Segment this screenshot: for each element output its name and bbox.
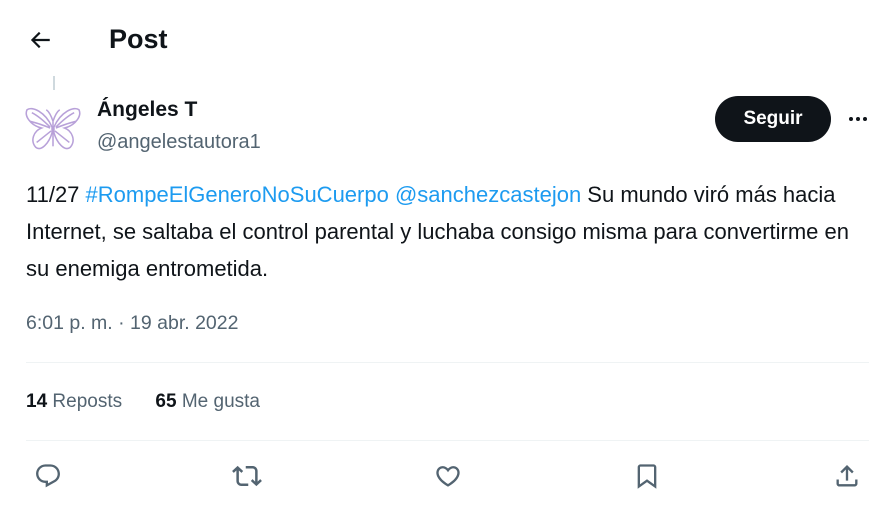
tweet-text: 11/27 #RompeElGeneroNoSuCuerpo @sanchezc… bbox=[26, 176, 866, 287]
reposts-stat[interactable]: 14 Reposts bbox=[26, 389, 122, 415]
butterfly-icon bbox=[25, 107, 81, 150]
like-icon bbox=[436, 466, 460, 487]
post-timestamp[interactable]: 6:01 p. m. · 19 abr. 2022 bbox=[26, 310, 238, 336]
repost-button[interactable] bbox=[227, 456, 267, 496]
more-horizontal-icon bbox=[849, 117, 867, 121]
thread-connector bbox=[53, 76, 55, 90]
avatar[interactable] bbox=[24, 100, 82, 158]
likes-label: Me gusta bbox=[181, 391, 260, 412]
page-title: Post bbox=[109, 24, 168, 54]
likes-stat[interactable]: 65 Me gusta bbox=[155, 389, 260, 415]
author-handle[interactable]: @angelestautora1 bbox=[97, 129, 261, 155]
author-name[interactable]: Ángeles T bbox=[97, 97, 197, 123]
more-button[interactable] bbox=[840, 100, 876, 138]
bookmark-icon bbox=[637, 464, 657, 489]
like-button[interactable] bbox=[428, 456, 468, 496]
reply-button[interactable] bbox=[28, 456, 68, 496]
arrow-left-icon bbox=[30, 31, 50, 49]
post-header: Post bbox=[0, 0, 886, 80]
tweet-prefix: 11/27 bbox=[26, 182, 86, 207]
mention-link[interactable]: @sanchezcastejon bbox=[395, 182, 581, 207]
reply-icon bbox=[36, 464, 60, 488]
follow-button[interactable]: Seguir bbox=[715, 96, 831, 142]
likes-count: 65 bbox=[155, 391, 177, 412]
repost-icon bbox=[232, 465, 262, 487]
share-icon bbox=[836, 465, 858, 487]
share-button[interactable] bbox=[827, 456, 867, 496]
bookmark-button[interactable] bbox=[627, 456, 667, 496]
post-stats: 14 Reposts 65 Me gusta bbox=[26, 389, 288, 415]
reposts-count: 14 bbox=[26, 391, 48, 412]
divider bbox=[26, 440, 869, 441]
divider bbox=[26, 362, 869, 363]
back-button[interactable] bbox=[22, 22, 58, 58]
hashtag-link[interactable]: #RompeElGeneroNoSuCuerpo bbox=[86, 182, 389, 207]
reposts-label: Reposts bbox=[52, 391, 123, 412]
